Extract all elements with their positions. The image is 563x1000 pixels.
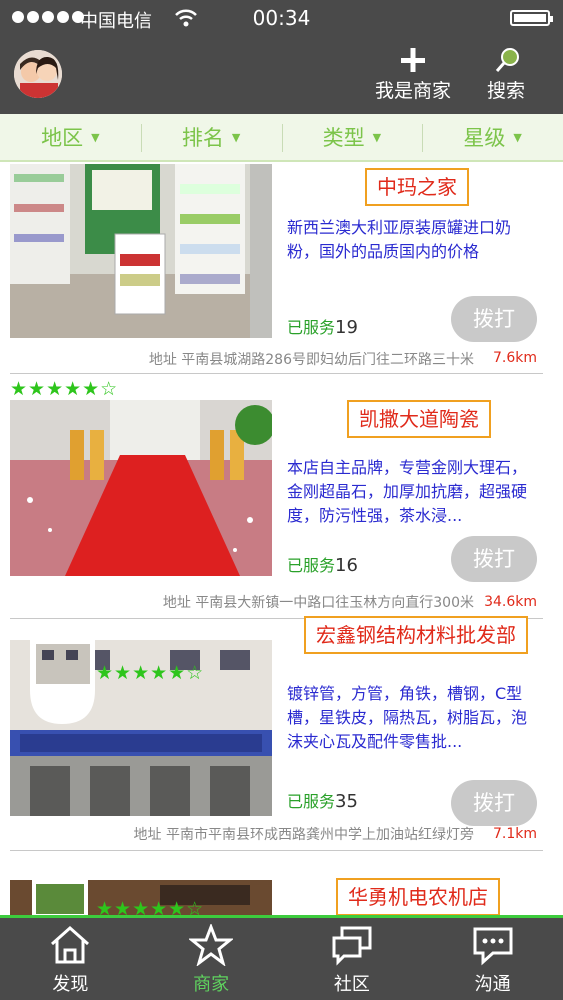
tab-discover-label: 发现 (52, 974, 89, 995)
served-number: 16 (335, 555, 358, 576)
dropdown-arrow-icon: ▼ (231, 130, 241, 144)
served-count: 已服务16 (287, 552, 358, 576)
merchant-photo (10, 164, 272, 338)
status-time: 00:34 (252, 6, 311, 30)
filter-type[interactable]: 类型 ▼ (281, 114, 423, 160)
rating-stars: ★★★★★☆ (96, 898, 205, 915)
filter-rating[interactable]: 星级 ▼ (422, 114, 563, 160)
merchant-card[interactable]: ★★★★★☆ 宏鑫钢结构材料批发部 镀锌管，方管，角铁，槽钢，C型槽，星铁皮，隔… (0, 616, 563, 862)
avatar-photo-icon (14, 50, 62, 98)
merchant-distance: 7.1km (492, 826, 537, 842)
served-label: 已服务 (287, 318, 336, 337)
merchant-card[interactable]: ★★★★★☆ 凯撒大道陶瓷 本店自主品牌，专营金刚大理石，金刚超晶石，加厚加抗磨… (0, 376, 563, 620)
dropdown-arrow-icon: ▼ (91, 130, 100, 144)
tab-merchants-label: 商家 (193, 974, 230, 995)
home-icon (51, 925, 90, 964)
merchant-address: 地址 平南县城湖路286号即妇幼后门往二环路三十米 (148, 352, 474, 368)
search-button-label: 搜索 (486, 80, 525, 102)
message-icon (473, 927, 513, 966)
tab-discover[interactable]: 发现 (0, 918, 141, 1000)
filter-bar: 地区 ▼ 排名 ▼ 类型 ▼ 星级 ▼ (0, 114, 563, 162)
merchant-description: 本店自主品牌，专营金刚大理石，金刚超晶石，加厚加抗磨，超强硬度，防污性强，茶水浸… (287, 458, 528, 525)
divider (10, 373, 543, 374)
bottom-tab-bar: 发现 商家 社区 沟通 (0, 915, 563, 1000)
call-button[interactable]: 拨打 (451, 780, 537, 826)
dropdown-arrow-icon: ▼ (372, 130, 382, 144)
call-button[interactable]: 拨打 (451, 296, 537, 342)
tab-chat-label: 沟通 (474, 974, 511, 995)
merchant-description: 新西兰澳大利亚原装原罐进口奶粉，国外的品质国内的价格 (287, 218, 512, 261)
merchant-card[interactable]: ★★★★★☆ 华勇机电农机店 (0, 864, 563, 915)
tab-merchants[interactable]: 商家 (141, 918, 282, 1000)
divider (10, 850, 543, 851)
filter-type-label: 类型 (322, 126, 365, 150)
served-count: 已服务19 (287, 314, 358, 338)
shop-interior-photo (10, 164, 272, 338)
rating-stars: ★★★★★☆ (96, 662, 205, 684)
search-icon (495, 48, 519, 72)
merchant-button[interactable]: 我是商家 (368, 46, 458, 103)
tab-community[interactable]: 社区 (282, 918, 423, 1000)
merchant-name[interactable]: 宏鑫钢结构材料批发部 (304, 616, 528, 654)
merchant-card[interactable]: 中玛之家 新西兰澳大利亚原装原罐进口奶粉，国外的品质国内的价格 已服务19 拨打… (0, 164, 563, 374)
filter-region-label: 地区 (41, 126, 84, 150)
served-number: 19 (335, 317, 358, 338)
chat-bubbles-icon (332, 926, 372, 966)
battery-icon (510, 10, 553, 26)
merchant-name[interactable]: 中玛之家 (365, 168, 469, 206)
served-label: 已服务 (287, 792, 336, 811)
merchant-address: 地址 平南市平南县环成西路龚州中学上加油站红绿灯旁 (133, 827, 474, 843)
merchant-address: 地址 平南县大新镇一中路口往玉林方向直行300米 (162, 595, 474, 611)
red-carpet-photo (10, 400, 272, 576)
plus-icon (401, 48, 425, 72)
rating-stars: ★★★★★☆ (10, 378, 119, 400)
dropdown-arrow-icon: ▼ (513, 130, 522, 144)
avatar[interactable] (14, 50, 62, 98)
merchant-photo (10, 400, 272, 576)
filter-rating-label: 星级 (463, 126, 506, 150)
merchant-button-label: 我是商家 (374, 80, 451, 102)
merchant-list[interactable]: 中玛之家 新西兰澳大利亚原装原罐进口奶粉，国外的品质国内的价格 已服务19 拨打… (0, 164, 563, 915)
tab-community-label: 社区 (333, 974, 370, 995)
merchant-name[interactable]: 凯撒大道陶瓷 (347, 400, 491, 438)
filter-region[interactable]: 地区 ▼ (0, 114, 141, 160)
tab-chat[interactable]: 沟通 (422, 918, 563, 1000)
merchant-name[interactable]: 华勇机电农机店 (336, 878, 500, 915)
merchant-distance: 34.6km (484, 594, 537, 610)
served-number: 35 (335, 791, 358, 812)
served-label: 已服务 (287, 556, 336, 575)
served-count: 已服务35 (287, 788, 358, 812)
merchant-distance: 7.6km (492, 350, 537, 366)
search-button[interactable]: 搜索 (478, 46, 534, 103)
merchant-description: 镀锌管，方管，角铁，槽钢，C型槽，星铁皮，隔热瓦，树脂瓦，泡沫夹心瓦及配件零售批… (287, 684, 528, 751)
call-button[interactable]: 拨打 (451, 536, 537, 582)
status-bar: 中国电信 00:34 (0, 0, 563, 36)
filter-ranking[interactable]: 排名 ▼ (140, 114, 282, 160)
star-icon (189, 924, 234, 966)
filter-ranking-label: 排名 (181, 126, 224, 150)
app-header: 我是商家 搜索 (0, 36, 563, 114)
